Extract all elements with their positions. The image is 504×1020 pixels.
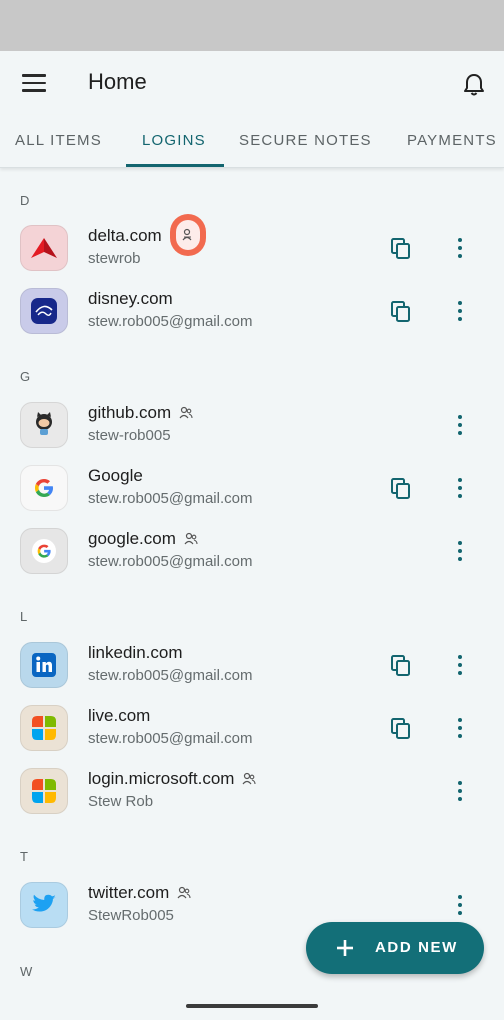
item-subtitle: Stew Rob — [88, 793, 154, 810]
item-subtitle: stew.rob005@gmail.com — [88, 490, 253, 507]
google-logo-icon — [20, 465, 68, 511]
twitter-logo-icon — [20, 882, 68, 928]
disney-logo-icon — [20, 288, 68, 334]
more-options-icon[interactable] — [448, 536, 472, 566]
item-subtitle: stew.rob005@gmail.com — [88, 313, 253, 330]
list-item-login-microsoft[interactable]: login.microsoft.com Stew Rob — [0, 760, 504, 823]
more-options-icon[interactable] — [448, 713, 472, 743]
linkedin-logo-icon — [20, 642, 68, 688]
active-tab-indicator — [126, 164, 224, 167]
plus-icon — [337, 940, 353, 956]
shared-icon — [182, 228, 192, 241]
section-header-w: W — [20, 964, 33, 979]
copy-icon[interactable] — [388, 298, 414, 324]
list-item-google[interactable]: Google stew.rob005@gmail.com — [0, 457, 504, 520]
item-name: twitter.com — [88, 883, 170, 902]
copy-icon[interactable] — [388, 652, 414, 678]
more-options-icon[interactable] — [448, 410, 472, 440]
shared-icon-highlight[interactable] — [170, 214, 206, 256]
item-name: disney.com — [88, 289, 173, 308]
delta-logo-icon — [20, 225, 68, 271]
item-subtitle: stewrob — [88, 250, 141, 267]
list-item-linkedin[interactable]: linkedin.com stew.rob005@gmail.com — [0, 634, 504, 697]
menu-icon[interactable] — [16, 65, 52, 101]
item-subtitle: stew.rob005@gmail.com — [88, 667, 253, 684]
add-new-button[interactable]: ADD NEW — [306, 922, 484, 974]
list-item-delta[interactable]: delta.com stewrob — [0, 217, 504, 280]
list-item-disney[interactable]: disney.com stew.rob005@gmail.com — [0, 280, 504, 343]
copy-icon[interactable] — [388, 475, 414, 501]
tab-bar: ALL ITEMS LOGINS SECURE NOTES PAYMENTS — [0, 115, 504, 168]
more-options-icon[interactable] — [448, 296, 472, 326]
more-options-icon[interactable] — [448, 776, 472, 806]
item-subtitle: StewRob005 — [88, 907, 174, 924]
microsoft-logo-icon — [20, 768, 68, 814]
more-options-icon[interactable] — [448, 473, 472, 503]
shared-icon — [179, 406, 193, 419]
item-name: github.com — [88, 403, 172, 422]
copy-icon[interactable] — [388, 235, 414, 261]
item-name: live.com — [88, 706, 151, 725]
item-subtitle: stew-rob005 — [88, 427, 171, 444]
gesture-nav-handle[interactable] — [186, 1004, 318, 1008]
more-options-icon[interactable] — [448, 890, 472, 920]
tab-logins[interactable]: LOGINS — [142, 115, 206, 167]
section-header-d: D — [20, 193, 30, 208]
list-item-google-com[interactable]: google.com stew.rob005@gmail.com — [0, 520, 504, 583]
section-header-t: T — [20, 849, 28, 864]
app-bar: Home — [0, 51, 504, 115]
logins-list: D delta.com stewrob disney.com stew.rob0… — [0, 168, 504, 1020]
item-name: google.com — [88, 529, 176, 548]
tab-payments[interactable]: PAYMENTS — [407, 115, 497, 167]
item-name: delta.com — [88, 226, 162, 245]
item-name: Google — [88, 466, 143, 485]
item-name: linkedin.com — [88, 643, 183, 662]
more-options-icon[interactable] — [448, 650, 472, 680]
more-options-icon[interactable] — [448, 233, 472, 263]
shared-icon — [184, 532, 198, 545]
notification-bell-icon[interactable] — [456, 67, 492, 103]
section-header-l: L — [20, 609, 28, 624]
section-header-g: G — [20, 369, 31, 384]
status-bar — [0, 0, 504, 51]
add-new-label: ADD NEW — [375, 939, 458, 956]
shared-icon — [242, 772, 256, 785]
item-subtitle: stew.rob005@gmail.com — [88, 553, 253, 570]
tab-secure-notes[interactable]: SECURE NOTES — [239, 115, 372, 167]
item-name: login.microsoft.com — [88, 769, 235, 788]
page-title: Home — [88, 69, 147, 94]
list-item-github[interactable]: github.com stew-rob005 — [0, 394, 504, 457]
github-logo-icon — [20, 402, 68, 448]
tab-all-items[interactable]: ALL ITEMS — [15, 115, 102, 167]
list-item-live[interactable]: live.com stew.rob005@gmail.com — [0, 697, 504, 760]
item-subtitle: stew.rob005@gmail.com — [88, 730, 253, 747]
shared-icon — [177, 886, 191, 899]
copy-icon[interactable] — [388, 715, 414, 741]
google-logo-icon — [20, 528, 68, 574]
microsoft-logo-icon — [20, 705, 68, 751]
